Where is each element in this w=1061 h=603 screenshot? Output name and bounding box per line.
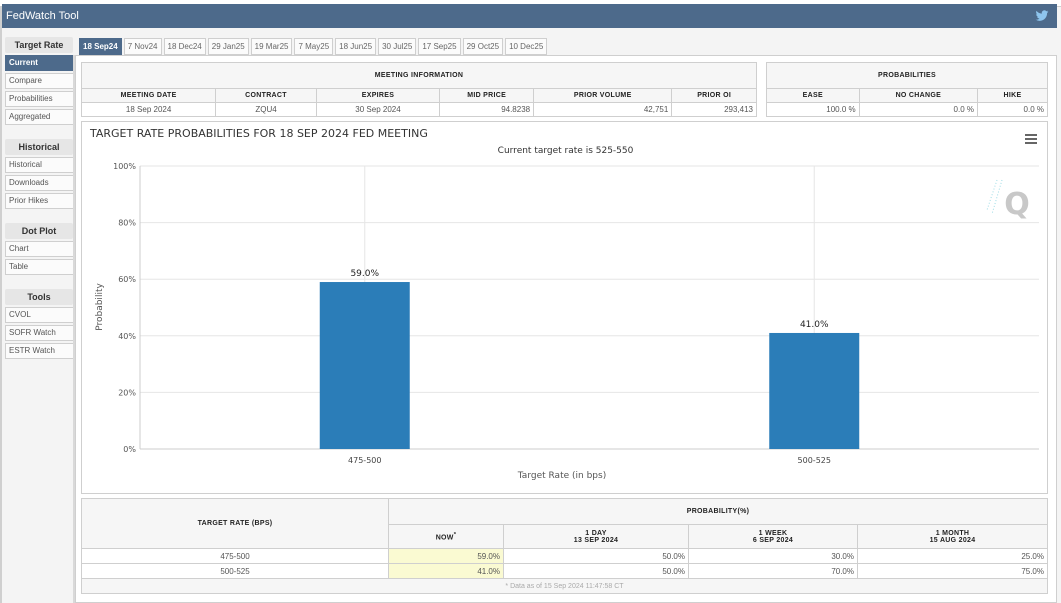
sidebar-item-chart[interactable]: Chart [5,241,74,257]
x-tick-label: 500-525 [798,456,831,465]
1-week-cell: 70.0% [688,563,858,579]
now-cell: 41.0% [388,563,504,579]
sidebar-heading-historical: Historical [5,139,73,155]
ease-value: 100.0 % [766,102,860,117]
prior-oi-value: 293,413 [671,102,757,117]
x-axis-label: Target Rate (in bps) [517,471,606,481]
sidebar-item-compare[interactable]: Compare [5,73,74,89]
target-rate-header: TARGET RATE (BPS) [81,498,389,549]
1-day-cell: 50.0% [503,548,689,564]
sidebar-item-probabilities[interactable]: Probabilities [5,91,74,107]
1-week-cell: 30.0% [688,548,858,564]
table-row: 500-525 41.0% 50.0% 70.0% 75.0% [81,563,1048,579]
meeting-information-table: MEETING INFORMATION MEETING DATE CONTRAC… [80,62,757,117]
probability-history-table: TARGET RATE (BPS) PROBABILITY(%) NOW* 1 … [81,498,1048,594]
x-tick-label: 475-500 [348,456,381,465]
sidebar-item-cvol[interactable]: CVOL [5,307,74,323]
watermark-logo: Q [986,179,1030,222]
sidebar-heading-target-rate: Target Rate [5,37,73,53]
now-cell: 59.0% [388,548,504,564]
1-month-cell: 25.0% [857,548,1048,564]
y-tick-label: 60% [118,275,136,284]
probability-header: PROBABILITY(%) [388,498,1048,525]
1-month-cell: 75.0% [857,563,1048,579]
meeting-info-title: MEETING INFORMATION [81,62,757,89]
y-tick-label: 100% [113,162,136,171]
tab-18-dec24[interactable]: 18 Dec24 [163,38,206,55]
twitter-icon[interactable] [1035,9,1049,23]
y-tick-label: 40% [118,332,136,341]
contract-value: ZQU4 [215,102,317,117]
sidebar-item-aggregated[interactable]: Aggregated [5,109,74,125]
1-day-cell: 50.0% [503,563,689,579]
sidebar-item-estr-watch[interactable]: ESTR Watch [5,343,74,359]
probabilities-title: PROBABILITIES [766,62,1048,89]
rate-cell: 500-525 [81,563,389,579]
col-now: NOW* [388,524,504,549]
y-tick-label: 80% [118,219,136,228]
sidebar-item-current[interactable]: Current [5,55,74,71]
rate-cell: 475-500 [81,548,389,564]
watermark-q: Q [1004,187,1030,222]
tab-19-mar25[interactable]: 19 Mar25 [250,38,293,55]
tab-18-jun25[interactable]: 18 Jun25 [335,38,377,55]
app-title: FedWatch Tool [6,10,79,22]
bar [319,282,410,449]
col-1-week: 1 WEEK 6 SEP 2024 [688,524,858,549]
y-tick-label: 0% [123,445,136,454]
tab-29-oct25[interactable]: 29 Oct25 [462,38,504,55]
col-1-day: 1 DAY 13 SEP 2024 [503,524,689,549]
probabilities-table: PROBABILITIES EASE NO CHANGE HIKE 100.0 … [766,62,1048,117]
bar-chart: Q 0% 20% 40% 60% 80% 100% 59.0% 41.0% 475-500 5… [95,162,1039,481]
col-prior-oi: PRIOR OI [671,88,757,103]
tab-10-dec25[interactable]: 10 Dec25 [505,38,548,55]
col-contract: CONTRACT [215,88,317,103]
sidebar-divider [73,55,75,603]
sidebar-heading-tools: Tools [5,289,73,305]
prior-volume-value: 42,751 [533,102,673,117]
sidebar-item-prior-hikes[interactable]: Prior Hikes [5,193,74,209]
sidebar-item-sofr-watch[interactable]: SOFR Watch [5,325,74,341]
col-hike: HIKE [977,88,1048,103]
hike-value: 0.0 % [977,102,1048,117]
tab-17-sep25[interactable]: 17 Sep25 [418,38,461,55]
col-ease: EASE [766,88,860,103]
tab-29-jan25[interactable]: 29 Jan25 [207,38,249,55]
mid-price-value: 94.8238 [439,102,535,117]
meeting-tabs: 18 Sep24 7 Nov24 18 Dec24 29 Jan25 19 Ma… [79,38,549,55]
chart-panel: TARGET RATE PROBABILITIES FOR 18 SEP 202… [81,121,1048,494]
y-axis-label: Probability [95,283,105,331]
tab-30-jul25[interactable]: 30 Jul25 [378,38,417,55]
sidebar-item-downloads[interactable]: Downloads [5,175,74,191]
tab-7-may25[interactable]: 7 May25 [294,38,334,55]
col-1-month: 1 MONTH 15 AUG 2024 [857,524,1048,549]
title-bar: FedWatch Tool [2,4,1057,28]
data-timestamp-footnote: * Data as of 15 Sep 2024 11:47:58 CT [81,578,1048,594]
bar-data-label: 41.0% [800,320,829,330]
sidebar: Target Rate Current Compare Probabilitie… [5,37,75,361]
sidebar-item-historical[interactable]: Historical [5,157,74,173]
sidebar-item-table[interactable]: Table [5,259,74,275]
sidebar-heading-dot-plot: Dot Plot [5,223,73,239]
no-change-value: 0.0 % [858,102,979,117]
y-tick-label: 20% [118,388,136,397]
tab-7-nov24[interactable]: 7 Nov24 [123,38,162,55]
col-mid-price: MID PRICE [439,88,535,103]
col-prior-volume: PRIOR VOLUME [533,88,673,103]
tab-18-sep24[interactable]: 18 Sep24 [79,38,122,55]
col-expires: EXPIRES [315,88,441,103]
bar [769,332,860,449]
bar-data-label: 59.0% [350,269,379,279]
col-meeting-date: MEETING DATE [80,88,217,103]
col-no-change: NO CHANGE [858,88,979,103]
expires-value: 30 Sep 2024 [315,102,441,117]
meeting-date-value: 18 Sep 2024 [80,102,217,117]
table-row: 475-500 59.0% 50.0% 30.0% 25.0% [81,548,1048,564]
